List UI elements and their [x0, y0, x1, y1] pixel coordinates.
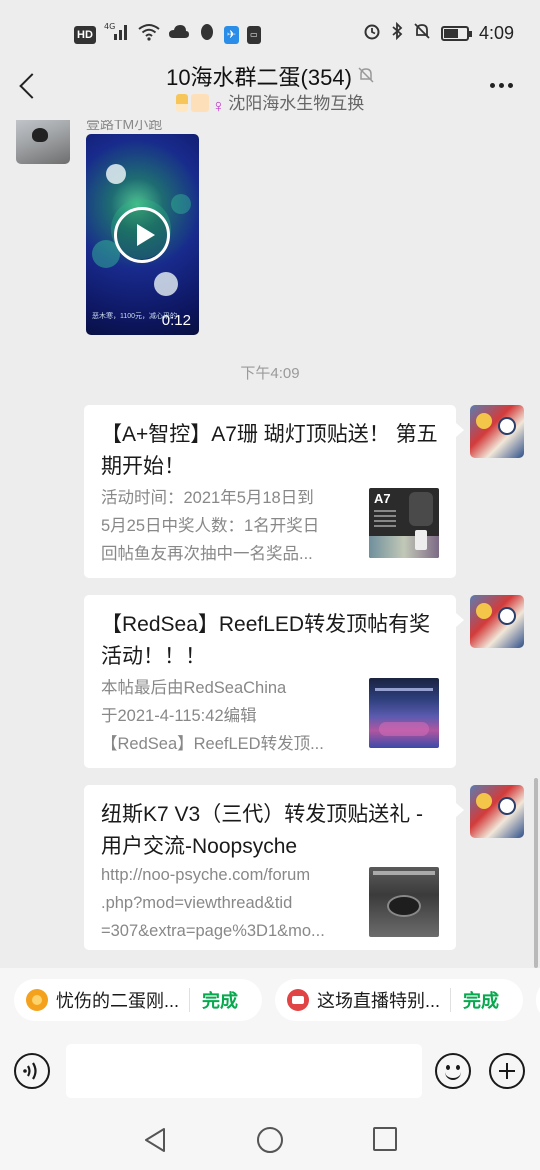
red-live-icon [287, 989, 309, 1011]
task-divider [450, 988, 452, 1012]
app-badge-icon: ▭ [247, 25, 261, 44]
task-done-button[interactable]: 完成 [202, 987, 238, 1013]
link-card-desc-line: =307&extra=page%3D1&mo... [101, 922, 325, 940]
link-card-thumbnail [369, 867, 439, 937]
hd-indicator: HD [74, 25, 96, 44]
my-avatar[interactable] [470, 595, 524, 648]
person-emoji-icon [175, 94, 188, 112]
link-card-message[interactable]: 【A+智控】A7珊 瑚灯顶贴送！ 第五期开始！ 活动时间：2021年5月18日到… [84, 405, 464, 578]
link-card-desc-line: 活动时间：2021年5月18日到 [101, 489, 314, 507]
message-timestamp: 下午4:09 [240, 365, 300, 382]
link-card-desc-line: 【RedSea】ReefLED转发顶... [101, 735, 324, 753]
task-done-button[interactable]: 完成 [463, 987, 499, 1013]
link-card-description: http://noo-psyche.com/forum .php?mod=vie… [101, 861, 359, 945]
link-card-title: 【RedSea】ReefLED转发顶帖有奖活动！！！ [101, 613, 431, 668]
chat-messages[interactable]: 壹路TM小跑 恶木寒，1100元，减心采的 0:12 下午4:09 【A+智控】… [0, 120, 540, 968]
chat-title-text: 10海水群二蛋(354) [166, 65, 352, 90]
subtitle-text: 沈阳海水生物互换 [228, 94, 365, 113]
sender-name: 壹路TM小跑 [86, 120, 163, 132]
more-actions-button[interactable] [489, 1053, 525, 1089]
mute-icon [358, 67, 374, 88]
chat-header: 10海水群二蛋(354) ♀ 沈阳海水生物互换 [0, 56, 540, 120]
dot-icon [498, 82, 504, 88]
task-chip-partial[interactable] [536, 979, 540, 1021]
orange-badge-icon [26, 989, 48, 1011]
video-duration: 0:12 [161, 312, 191, 329]
dot-icon [489, 82, 495, 88]
link-card-thumbnail: A7 [369, 488, 439, 558]
link-card-description: 本帖最后由RedSeaChina 于2021-4-115:42编辑 【RedSe… [101, 674, 359, 758]
voice-input-button[interactable] [14, 1053, 50, 1089]
task-label: 忧伤的二蛋刚... [56, 991, 180, 1011]
qq-penguin-icon [198, 23, 216, 46]
dot-icon [507, 82, 513, 88]
link-card-message[interactable]: 【RedSea】ReefLED转发顶帖有奖活动！！！ 本帖最后由RedSeaCh… [84, 595, 464, 768]
nav-home-icon[interactable] [257, 1127, 283, 1153]
nav-back-icon[interactable] [143, 1127, 167, 1153]
more-options-button[interactable] [484, 70, 518, 100]
voice-icon [23, 1062, 37, 1080]
link-card-desc-line: .php?mod=viewthread&tid [101, 894, 293, 912]
pinned-tasks-bar: 忧伤的二蛋刚... 完成 这场直播特别... 完成 [0, 968, 540, 1034]
my-avatar[interactable] [470, 785, 524, 838]
link-card-description: 活动时间：2021年5月18日到 5月25日中奖人数：1名开奖日 回帖鱼友再次抽… [101, 484, 359, 568]
message-input[interactable] [66, 1044, 422, 1098]
female-sign-icon: ♀ [211, 96, 226, 116]
thumbnail-label: A7 [374, 491, 391, 506]
signal-bars-icon: 4G [104, 22, 130, 47]
link-card-message[interactable]: 纽斯K7 V3（三代）转发顶贴送礼 - 用户交流-Noopsyche http:… [84, 785, 464, 950]
task-chip[interactable]: 这场直播特别... 完成 [275, 979, 523, 1021]
link-card-thumbnail [369, 678, 439, 748]
link-card-desc-line: http://noo-psyche.com/forum [101, 866, 311, 884]
task-chip[interactable]: 忧伤的二蛋刚... 完成 [14, 979, 262, 1021]
video-message[interactable]: 恶木寒，1100元，减心采的 0:12 [86, 134, 199, 335]
play-icon[interactable] [114, 207, 170, 263]
sender-avatar[interactable] [16, 120, 70, 164]
bell-muted-icon [413, 22, 431, 45]
emoji-button[interactable] [435, 1053, 471, 1089]
wifi-icon [138, 23, 160, 46]
chat-scrollbar[interactable] [534, 778, 538, 968]
network-type: 4G [104, 22, 115, 31]
task-divider [189, 988, 191, 1012]
link-card-desc-line: 5月25日中奖人数：1名开奖日 [101, 517, 320, 535]
link-card-desc-line: 于2021-4-115:42编辑 [101, 707, 257, 725]
chat-title[interactable]: 10海水群二蛋(354) [0, 60, 540, 92]
my-avatar[interactable] [470, 405, 524, 458]
task-label: 这场直播特别... [317, 991, 441, 1011]
link-card-desc-line: 回帖鱼友再次抽中一名奖品... [101, 545, 313, 563]
nav-recents-icon[interactable] [373, 1127, 397, 1151]
battery-icon [440, 26, 472, 41]
cloud-icon [168, 23, 190, 46]
link-card-desc-line: 本帖最后由RedSeaChina [101, 679, 287, 697]
clock: 4:09 [478, 23, 514, 43]
app-notification-icon: ✈ [223, 25, 240, 44]
skin-tone-emoji-icon [190, 94, 209, 112]
link-card-title: 【A+智控】A7珊 瑚灯顶贴送！ 第五期开始！ [101, 423, 438, 478]
chat-subtitle: ♀ 沈阳海水生物互换 [0, 89, 540, 115]
link-card-title: 纽斯K7 V3（三代）转发顶贴送礼 - 用户交流-Noopsyche [101, 803, 424, 858]
input-bar [0, 1034, 540, 1110]
alarm-icon [363, 22, 381, 45]
system-nav-bar [0, 1110, 540, 1170]
status-bar: HD 4G ✈ ▭ 4:09 [0, 0, 540, 64]
bluetooth-icon [391, 21, 403, 45]
